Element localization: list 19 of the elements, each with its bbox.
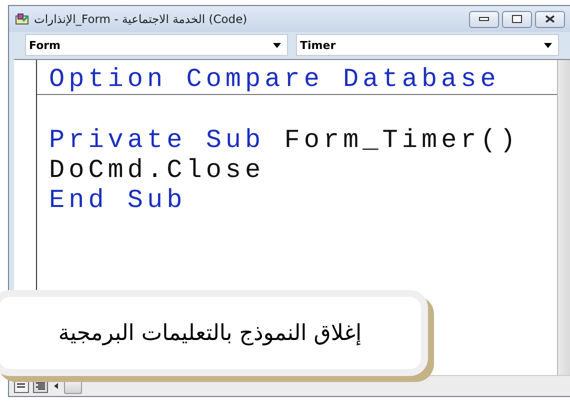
code-window-icon [15, 12, 29, 26]
minimize-button[interactable] [469, 10, 499, 28]
restore-icon [512, 15, 522, 23]
code-line: DoCmd.Close [49, 155, 266, 185]
code-line: Option Compare Database [49, 64, 501, 94]
caption-text: إغلاق النموذج بالتعليمات البرمجية [58, 320, 362, 346]
close-icon [545, 15, 555, 23]
vertical-scrollbar[interactable] [557, 60, 570, 375]
dropdown-arrow-icon [273, 42, 281, 48]
maximize-button[interactable] [502, 10, 532, 28]
window-title: الإنذارات_Form - الخدمة الاجتماعية (Code) [34, 12, 248, 26]
dropdown[interactable]: Timer [296, 34, 559, 56]
scroll-left-icon[interactable] [52, 382, 60, 390]
code-line: Private Sub Form_Timer() [49, 125, 520, 155]
dropdown[interactable]: Form [25, 34, 288, 56]
close-button[interactable] [535, 10, 565, 28]
code-line: End Sub [49, 185, 188, 215]
dropdown-arrow-icon [544, 42, 552, 48]
minimize-icon [479, 17, 489, 21]
